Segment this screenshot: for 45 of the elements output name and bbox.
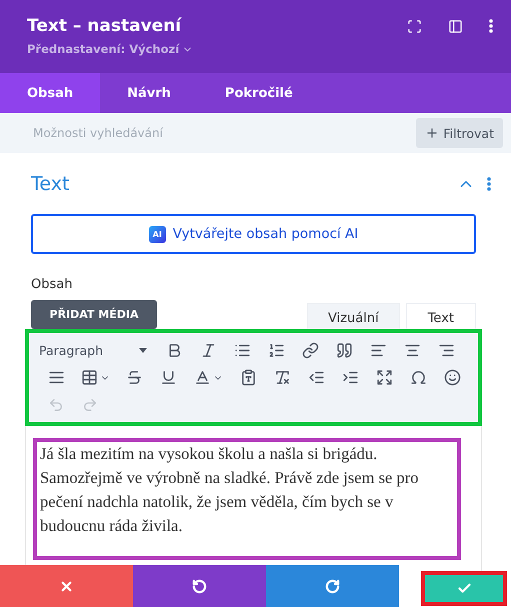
redo-icon bbox=[82, 396, 98, 412]
fullscreen-icon bbox=[376, 369, 392, 386]
quote-icon bbox=[336, 342, 352, 359]
indent-icon bbox=[342, 369, 358, 386]
numbered-list-icon bbox=[268, 342, 284, 359]
ai-button-label: Vytvářejte obsah pomocí AI bbox=[172, 226, 358, 242]
ai-content-button[interactable]: AI Vytvářejte obsah pomocí AI bbox=[31, 214, 476, 254]
settings-tab[interactable]: Obsah bbox=[0, 73, 100, 113]
ai-badge: AI bbox=[148, 226, 166, 242]
filter-button[interactable]: Filtrovat bbox=[416, 118, 503, 148]
preset-dropdown[interactable]: Přednastavení: Výchozí bbox=[27, 42, 194, 56]
search-field[interactable]: Možnosti vyhledávání bbox=[31, 125, 285, 141]
window-title: Text – nastavení bbox=[27, 16, 182, 36]
align-left-icon bbox=[370, 342, 386, 359]
outdent-icon bbox=[308, 369, 324, 386]
clear-formatting-icon bbox=[274, 369, 290, 386]
format-dropdown[interactable]: Paragraph bbox=[39, 339, 157, 362]
paste-text-icon bbox=[240, 369, 256, 386]
bulleted-list-icon bbox=[234, 342, 250, 359]
omega-icon bbox=[410, 369, 426, 386]
more-icon[interactable] bbox=[487, 177, 491, 191]
align-justify-icon bbox=[48, 369, 64, 386]
align-right-icon bbox=[438, 342, 454, 359]
smiley-icon bbox=[444, 369, 460, 386]
caret-icon bbox=[139, 348, 147, 353]
redo-icon bbox=[325, 578, 340, 594]
focus-icon bbox=[407, 19, 422, 34]
align-center-icon bbox=[404, 342, 420, 359]
undo-icon bbox=[48, 396, 64, 412]
link-icon bbox=[302, 342, 318, 359]
add-media-button[interactable]: PŘIDAT MÉDIA bbox=[31, 300, 157, 329]
section-title: Text bbox=[31, 173, 70, 195]
text-color-icon bbox=[194, 369, 210, 386]
more-icon[interactable] bbox=[489, 19, 493, 33]
settings-tab[interactable]: Pokročilé bbox=[198, 73, 320, 113]
sidebar-icon bbox=[448, 19, 463, 34]
table-icon bbox=[80, 369, 98, 386]
settings-tab[interactable]: Návrh bbox=[100, 73, 198, 113]
underline-icon bbox=[160, 369, 176, 386]
plus-icon bbox=[425, 126, 440, 140]
close-icon bbox=[59, 578, 74, 594]
paragraph-text: Já šla mezitím na vysokou školu a našla si brigádu. Samozřejmě ve výrobně na sladké. Právě zde jsem se pro pečení nadchla natolik, že jsem věděla, čím bych se v budoucnu ráda živila. bbox=[33, 438, 461, 560]
field-label: Obsah bbox=[31, 277, 74, 292]
undo-icon bbox=[192, 578, 207, 594]
strikethrough-icon bbox=[126, 369, 142, 386]
